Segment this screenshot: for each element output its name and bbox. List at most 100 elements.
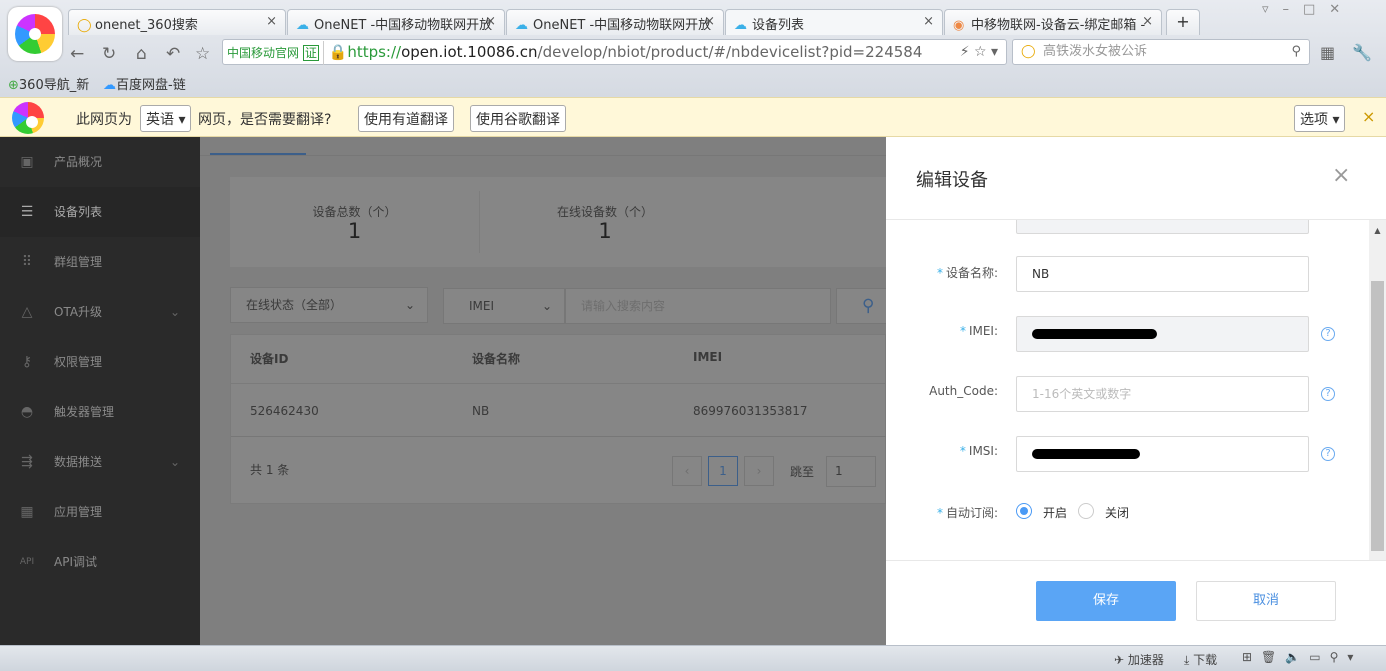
grid-dots-icon: ⠿ <box>21 254 33 270</box>
search-box[interactable]: ◯ 高铁泼水女被公诉 ⚲ <box>1012 39 1310 65</box>
url-actions[interactable]: ⚡ ☆ ▾ <box>960 40 998 64</box>
bookmark-baidu[interactable]: ☁百度网盘-链 <box>103 74 186 93</box>
browser-chrome: ◯ onenet_360搜索 × ☁ OneNET -中国移动物联网开放 × ☁ OneN… <box>0 0 1386 97</box>
page-1-button[interactable]: 1 <box>708 456 738 486</box>
cloud-icon: ☁ <box>734 18 747 33</box>
close-icon[interactable]: × <box>1332 165 1350 187</box>
sidebar-item-groups[interactable]: ⠿ 群组管理 <box>0 237 200 287</box>
main-content: 设备总数（个） 1 在线设备数（个） 1 在线状态（全部） ⌄ IMEI ⌄ 请输入… <box>200 137 886 645</box>
extensions-icon[interactable]: ▦ <box>1320 43 1335 62</box>
360-search-icon: ◯ <box>77 18 92 33</box>
ota-icon: △ <box>21 304 33 320</box>
radio-on[interactable] <box>1016 503 1032 519</box>
drawer-body: * 设备名称: NB * IMEI: ? Auth_Code: 1-16个英文或数字… <box>886 220 1386 560</box>
drawer-title: 编辑设备 <box>916 170 988 191</box>
total-count: 共 1 条 <box>250 463 290 477</box>
sidebar: ▣ 产品概况 ☰ 设备列表 ⠿ 群组管理 △ OTA升级 ⌄ ⚷ 权限管理 ◓ 触发器管理 ⇶… <box>0 137 200 645</box>
status-bar: ✈ 加速器 ⤓ 下载 ⊞🗑🔈▭⚲▾ <box>0 645 1386 671</box>
download-button[interactable]: ⤓ 下载 <box>1184 651 1217 668</box>
sidebar-item-triggers[interactable]: ◓ 触发器管理 <box>0 387 200 437</box>
status-tools[interactable]: ⊞🗑🔈▭⚲▾ <box>1242 650 1362 664</box>
prev-page-button[interactable]: ‹ <box>672 456 702 486</box>
tab-active[interactable]: ☁ 设备列表 × <box>725 9 943 35</box>
translate-bar: 此网页为 英语 ▾ 网页，是否需要翻译? 使用有道翻译 使用谷歌翻译 选项 ▾ … <box>0 97 1386 137</box>
download-icon: ⤓ <box>1184 653 1190 667</box>
plus-icon: ⊕ <box>8 78 19 93</box>
help-icon[interactable]: ? <box>1321 387 1335 401</box>
redacted-scribble <box>1032 449 1140 459</box>
imsi-input[interactable] <box>1016 436 1309 472</box>
search-input[interactable]: 请输入搜索内容 <box>565 288 831 324</box>
language-select[interactable]: 英语 ▾ <box>140 105 192 132</box>
scrollbar[interactable]: ▲ <box>1369 220 1386 560</box>
sidebar-item-apps[interactable]: ▦ 应用管理 <box>0 487 200 537</box>
window-controls[interactable]: ▿–□✕ <box>1262 2 1354 17</box>
tab-5[interactable]: ◉ 中移物联网-设备云-绑定邮箱 - × <box>944 9 1162 35</box>
youdao-translate-button[interactable]: 使用有道翻译 <box>358 105 454 132</box>
tab-2[interactable]: ☁ OneNET -中国移动物联网开放 × <box>287 9 505 35</box>
google-translate-button[interactable]: 使用谷歌翻译 <box>470 105 566 132</box>
close-tab-icon[interactable]: × <box>266 14 277 29</box>
browser-logo <box>12 102 44 134</box>
device-name-input[interactable]: NB <box>1016 256 1309 292</box>
tab-1[interactable]: ◯ onenet_360搜索 × <box>68 9 286 35</box>
sidebar-item-device-list[interactable]: ☰ 设备列表 <box>0 187 200 237</box>
search-icon[interactable]: ⚲ <box>1291 40 1301 64</box>
undo-icon[interactable]: ↶ <box>166 44 180 64</box>
close-tab-icon[interactable]: × <box>704 14 715 29</box>
push-icon: ⇶ <box>21 454 33 470</box>
save-button[interactable]: 保存 <box>1036 581 1176 621</box>
search-button[interactable]: ⚲ <box>836 288 886 324</box>
redacted-scribble <box>1032 329 1157 339</box>
accelerator-button[interactable]: ✈ 加速器 <box>1114 651 1164 668</box>
total-devices: 1 <box>347 219 362 243</box>
360-search-icon: ◯ <box>1021 44 1036 59</box>
sidebar-item-api-debug[interactable]: API API调试 <box>0 537 200 587</box>
lock-icon: 🔒 <box>328 43 348 61</box>
chevron-down-icon: ⌄ <box>541 299 552 313</box>
options-button[interactable]: 选项 ▾ <box>1294 105 1346 132</box>
close-icon[interactable]: × <box>1362 107 1375 126</box>
cube-icon: ▣ <box>20 154 34 170</box>
settings-wrench-icon[interactable]: 🔧 <box>1352 43 1372 62</box>
sidebar-item-permissions[interactable]: ⚷ 权限管理 <box>0 337 200 387</box>
address-bar[interactable]: 中国移动官网 证 🔒https://open.iot.10086.cn/deve… <box>222 39 1007 65</box>
close-tab-icon[interactable]: × <box>485 14 496 29</box>
refresh-icon[interactable]: ↻ <box>102 44 116 64</box>
search-field-select[interactable]: IMEI ⌄ <box>443 288 565 324</box>
edit-device-drawer: 编辑设备 × * 设备名称: NB * IMEI: ? Auth_Code: 1-1… <box>886 137 1386 645</box>
chevron-down-icon: ⌄ <box>169 305 180 319</box>
close-tab-icon[interactable]: × <box>923 14 934 29</box>
tab-3[interactable]: ☁ OneNET -中国移动物联网开放 × <box>506 9 724 35</box>
favorite-star-icon[interactable]: ☆ <box>195 44 210 64</box>
table-row[interactable]: 526462430 NB 869976031353817 <box>231 384 886 436</box>
auth-code-input[interactable]: 1-16个英文或数字 <box>1016 376 1309 412</box>
status-filter-select[interactable]: 在线状态（全部） ⌄ <box>230 287 428 323</box>
bookmark-360[interactable]: ⊕360导航_新 <box>8 74 89 93</box>
help-icon[interactable]: ? <box>1321 447 1335 461</box>
rocket-icon: ✈ <box>1114 653 1125 667</box>
sidebar-item-ota[interactable]: △ OTA升级 ⌄ <box>0 287 200 337</box>
help-icon[interactable]: ? <box>1321 327 1335 341</box>
device-table: 设备ID 设备名称 IMEI 526462430 NB 869976031353… <box>230 334 886 504</box>
home-icon[interactable]: ⌂ <box>136 44 147 64</box>
cloud-icon: ☁ <box>103 78 116 93</box>
stats-card: 设备总数（个） 1 在线设备数（个） 1 <box>230 177 886 267</box>
sidebar-item-data-push[interactable]: ⇶ 数据推送 ⌄ <box>0 437 200 487</box>
trigger-icon: ◓ <box>20 404 34 420</box>
browser-logo[interactable] <box>8 7 62 61</box>
jump-page-input[interactable]: 1 <box>826 456 876 487</box>
next-page-button[interactable]: › <box>744 456 774 486</box>
sidebar-item-overview[interactable]: ▣ 产品概况 <box>0 137 200 187</box>
back-icon[interactable]: ← <box>70 44 84 64</box>
key-icon: ⚷ <box>21 354 33 370</box>
cancel-button[interactable]: 取消 <box>1196 581 1336 621</box>
chevron-down-icon: ⌄ <box>404 298 415 312</box>
list-icon: ☰ <box>20 204 34 220</box>
cloud-icon: ☁ <box>515 18 528 33</box>
apps-icon: ▦ <box>20 504 34 520</box>
close-tab-icon[interactable]: × <box>1142 14 1153 29</box>
new-tab-button[interactable]: + <box>1166 9 1200 35</box>
online-devices: 1 <box>598 219 612 243</box>
radio-off[interactable] <box>1078 503 1094 519</box>
